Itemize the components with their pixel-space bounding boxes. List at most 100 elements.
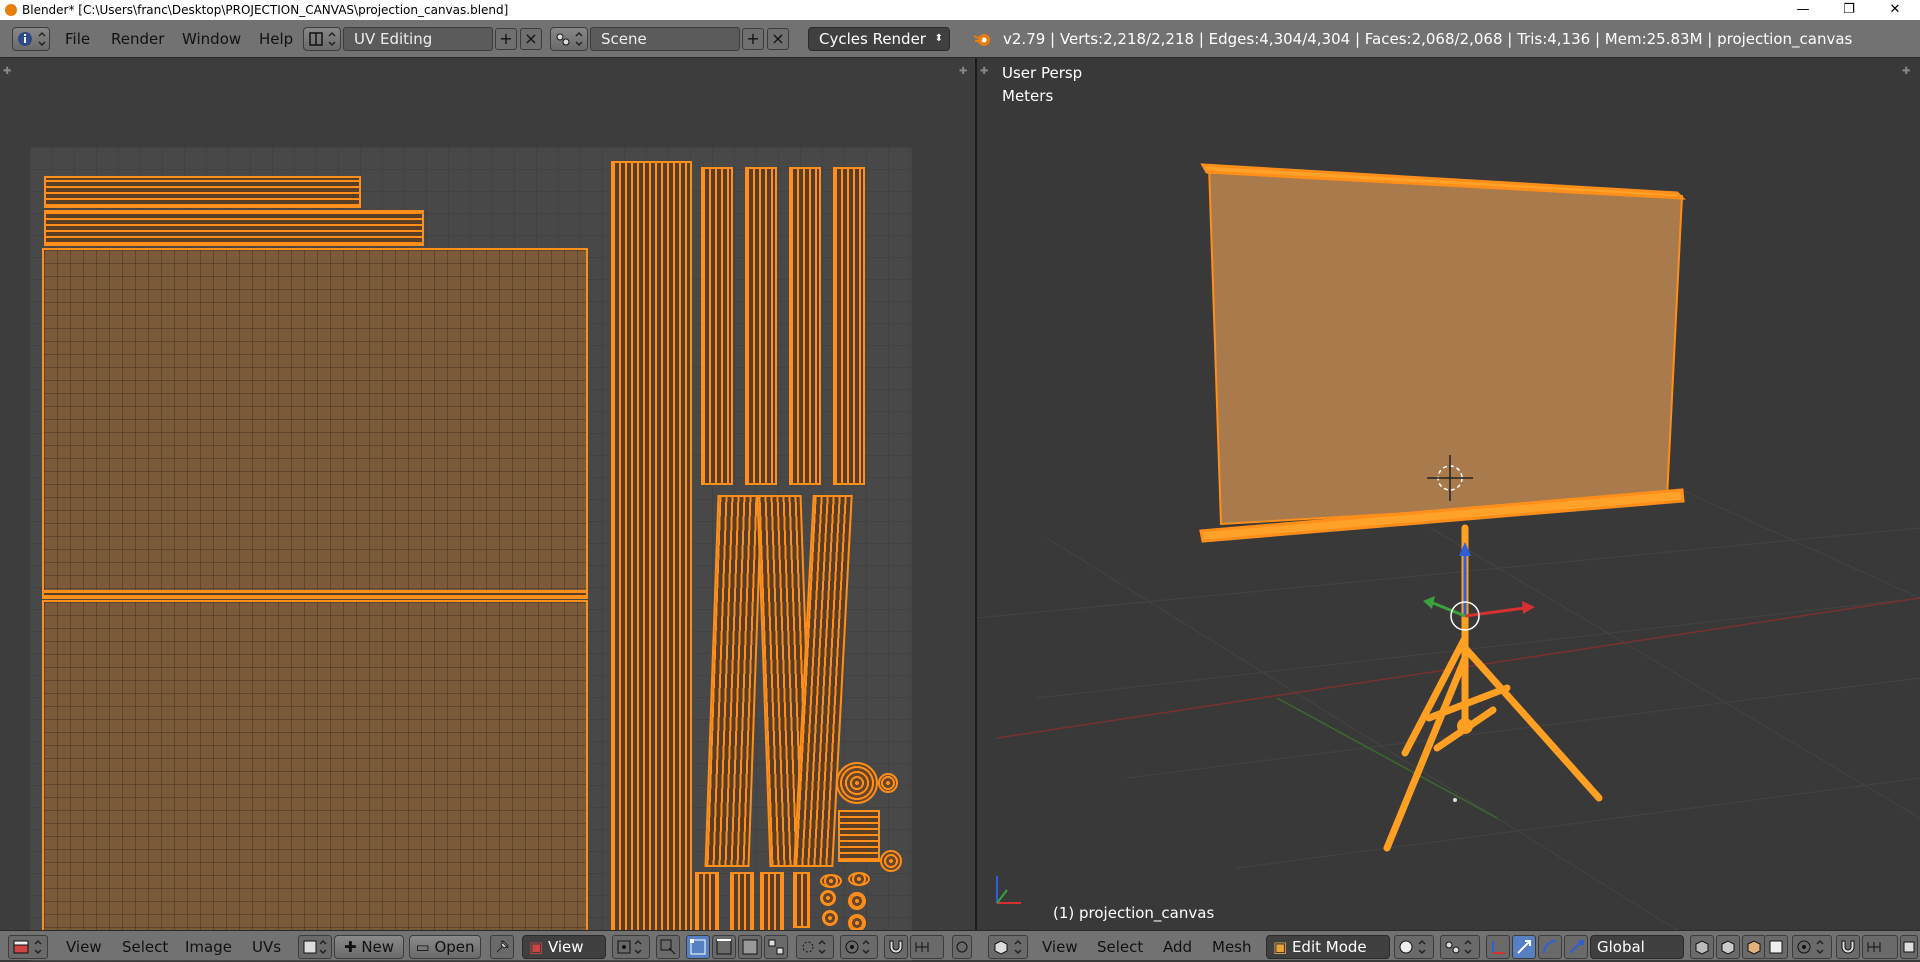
- uv-island-foot-4[interactable]: [793, 872, 810, 928]
- uv-island-bolt-3[interactable]: [820, 890, 836, 906]
- window-title: Blender* [C:\Users\franc\Desktop\PROJECT…: [22, 3, 509, 17]
- new-image-button[interactable]: ✚ New: [334, 935, 404, 959]
- uv-island-bolt-2[interactable]: [848, 872, 870, 886]
- menu-render[interactable]: Render: [111, 27, 164, 51]
- snap-toggle[interactable]: [884, 935, 908, 959]
- uv-view-label: View: [547, 938, 584, 956]
- sync-selection-button[interactable]: [656, 935, 680, 959]
- uv-menu-view[interactable]: View: [66, 936, 102, 958]
- add-scene-button[interactable]: +: [742, 28, 764, 50]
- uv-island-disc-small[interactable]: [878, 773, 898, 793]
- sticky-selection-dropdown[interactable]: [796, 935, 834, 959]
- vp-menu-select[interactable]: Select: [1097, 936, 1143, 958]
- vp-menu-add[interactable]: Add: [1163, 936, 1192, 958]
- edge-cube-icon: [1721, 940, 1735, 955]
- uv-island-pole-4[interactable]: [833, 167, 865, 485]
- occlude-icon: [1769, 940, 1783, 954]
- rotate-manipulator-button[interactable]: [1538, 935, 1562, 959]
- plus-icon: ✚: [343, 938, 362, 956]
- remove-scene-button[interactable]: ×: [767, 28, 789, 50]
- pin-image-button[interactable]: [490, 935, 514, 959]
- image-browse-button[interactable]: [298, 935, 332, 959]
- projection-screen-mesh[interactable]: [1207, 164, 1684, 526]
- scale-manipulator-button[interactable]: [1564, 935, 1588, 959]
- close-window-button[interactable]: ✕: [1872, 0, 1918, 20]
- proportional-edit-3d-dropdown[interactable]: [1792, 935, 1832, 959]
- maximize-button[interactable]: ❐: [1826, 0, 1872, 20]
- viewport-editor-type-button[interactable]: [988, 935, 1028, 959]
- vertex-select-mode[interactable]: [686, 935, 710, 959]
- uv-island-pole-1[interactable]: [701, 167, 733, 485]
- uv-island-bolt-4[interactable]: [848, 892, 866, 910]
- uv-menu-select[interactable]: Select: [122, 936, 168, 958]
- region-toggle-plus-icon[interactable]: ✚: [3, 66, 11, 77]
- open-image-button[interactable]: ▭ Open: [409, 935, 481, 959]
- uv-island-bolt-5[interactable]: [822, 910, 838, 926]
- screen-layout-selector[interactable]: [303, 27, 341, 51]
- uv-island-knob[interactable]: [880, 850, 902, 872]
- editor-type-info-button[interactable]: [12, 27, 50, 51]
- face-select-icon: [742, 939, 758, 955]
- uv-menu-image[interactable]: Image: [185, 936, 232, 958]
- snap-3d-toggle[interactable]: [1836, 935, 1860, 959]
- minimize-button[interactable]: —: [1780, 0, 1826, 20]
- vp-menu-mesh[interactable]: Mesh: [1212, 936, 1252, 958]
- menu-window[interactable]: Window: [182, 27, 241, 51]
- transform-manipulator[interactable]: [1423, 542, 1535, 631]
- uv-island-seam-strip[interactable]: [42, 591, 588, 599]
- island-select-mode[interactable]: [764, 935, 788, 959]
- scene-field[interactable]: Scene: [590, 27, 740, 51]
- uv-editor-type-button[interactable]: [8, 935, 48, 959]
- pivot-selector[interactable]: [612, 935, 650, 959]
- uv-island-canvas-front[interactable]: [42, 248, 588, 592]
- updown-arrows-icon: ⬍: [934, 33, 943, 44]
- scene-icon: [556, 31, 583, 47]
- uv-island-bolt-1[interactable]: [820, 874, 842, 888]
- remove-layout-button[interactable]: ×: [520, 28, 542, 50]
- uv-island-roller-tube[interactable]: [611, 161, 692, 938]
- uv-image-editor[interactable]: ✚ ✚: [0, 58, 975, 961]
- mode-dropdown[interactable]: ▣ Edit Mode: [1266, 935, 1390, 959]
- magnet-icon: [889, 940, 903, 954]
- uv-island-clip[interactable]: [838, 810, 880, 862]
- uv-view-dropdown[interactable]: ▣ View: [522, 935, 606, 959]
- uv-island-pole-3[interactable]: [789, 167, 821, 485]
- viewport-scene: [977, 163, 1920, 930]
- image-editor-icon: [13, 939, 42, 955]
- viewport-shading-dropdown[interactable]: [1394, 935, 1434, 959]
- translate-manipulator-button[interactable]: [1512, 935, 1536, 959]
- edge-select-3d[interactable]: [1716, 935, 1740, 959]
- proportional-editing-dropdown[interactable]: [840, 935, 878, 959]
- uv-menu-uvs[interactable]: UVs: [252, 936, 281, 958]
- region-toggle-plus-icon-right[interactable]: ✚: [959, 66, 967, 77]
- snap-element-3d-dropdown[interactable]: [1862, 935, 1898, 959]
- vp-menu-view[interactable]: View: [1042, 936, 1078, 958]
- render-engine-dropdown[interactable]: Cycles Render ⬍: [808, 27, 950, 51]
- add-layout-button[interactable]: +: [495, 28, 517, 50]
- uv-island-top-strips-1[interactable]: [44, 176, 361, 208]
- menu-help[interactable]: Help: [259, 27, 293, 51]
- face-select-3d[interactable]: [1742, 935, 1766, 959]
- transform-orientation-dropdown[interactable]: Global: [1590, 935, 1684, 959]
- edge-select-icon: [716, 939, 732, 955]
- uv-island-top-strips-2[interactable]: [44, 210, 424, 246]
- menu-file[interactable]: File: [65, 27, 90, 51]
- vertex-select-3d[interactable]: [1690, 935, 1714, 959]
- tripod-hub[interactable]: [1457, 718, 1473, 734]
- scene-selector[interactable]: [550, 27, 588, 51]
- magnet-3d-icon: [1841, 940, 1855, 954]
- snap-element-dropdown[interactable]: [910, 935, 944, 959]
- 3d-viewport[interactable]: User Persp Meters ✚ ✚ (1) projection_can…: [977, 58, 1920, 930]
- viewport-extra-button[interactable]: [1900, 935, 1918, 959]
- uv-island-canvas-back[interactable]: [42, 600, 588, 946]
- uv-extra-button[interactable]: [952, 935, 972, 959]
- occlude-geometry-toggle[interactable]: [1764, 935, 1788, 959]
- screen-layout-field[interactable]: UV Editing: [343, 27, 493, 51]
- uv-island-disc-large[interactable]: [836, 762, 878, 804]
- edge-select-mode[interactable]: [712, 935, 736, 959]
- face-select-mode[interactable]: [738, 935, 762, 959]
- manipulator-toggle[interactable]: [1486, 935, 1510, 959]
- uv-island-pole-2[interactable]: [745, 167, 777, 485]
- pivot-point-dropdown[interactable]: [1440, 935, 1480, 959]
- orientation-label: Global: [1597, 938, 1645, 956]
